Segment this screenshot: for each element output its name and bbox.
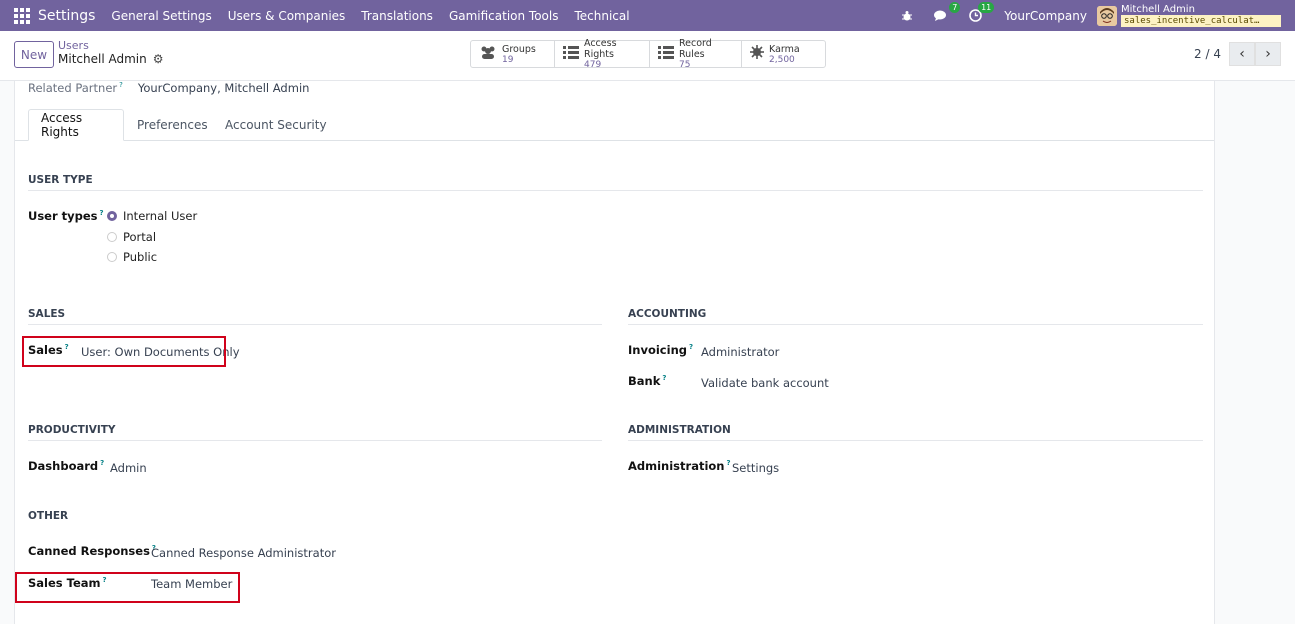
highlight-box — [22, 336, 226, 367]
help-tooltip-icon[interactable]: ? — [689, 343, 693, 351]
tab-access-rights[interactable]: Access Rights — [28, 109, 124, 141]
user-avatar[interactable] — [1097, 5, 1117, 26]
breadcrumb-users-link[interactable]: Users — [58, 39, 163, 52]
menu-general-settings[interactable]: General Settings — [111, 9, 211, 23]
help-tooltip-icon[interactable]: ? — [100, 459, 104, 467]
karma-label: Karma — [769, 43, 800, 55]
user-types-label: User types — [28, 209, 98, 223]
record-rules-button[interactable]: Record Rules 75 — [650, 38, 742, 70]
chevron-right-icon: › — [1265, 46, 1271, 62]
list-icon — [658, 45, 674, 63]
related-partner-label: Related Partner — [28, 81, 118, 95]
tab-preferences[interactable]: Preferences — [125, 109, 220, 141]
related-partner-row: Related Partner? YourCompany, Mitchell A… — [28, 81, 309, 95]
help-tooltip-icon[interactable]: ? — [727, 459, 731, 467]
company-switcher[interactable]: YourCompany — [1004, 9, 1087, 23]
control-panel: New Users Mitchell Admin ⚙ Groups 19 Acc… — [0, 31, 1295, 81]
breadcrumb: Users Mitchell Admin ⚙ — [58, 39, 163, 67]
pager-value[interactable]: 2 / 4 — [1194, 47, 1221, 61]
pager-previous-button[interactable]: ‹ — [1229, 42, 1255, 66]
database-name: sales_incentive_calculat… — [1121, 15, 1281, 27]
section-administration: ADMINISTRATION — [628, 424, 1203, 441]
radio-public-label: Public — [123, 250, 158, 264]
karma-icon — [750, 45, 764, 63]
related-partner-value[interactable]: YourCompany, Mitchell Admin — [138, 81, 310, 95]
menu-technical[interactable]: Technical — [574, 9, 629, 23]
section-user-type: USER TYPE — [28, 174, 1203, 191]
form-sheet: Related Partner? YourCompany, Mitchell A… — [14, 81, 1215, 624]
groups-icon — [479, 45, 497, 63]
section-accounting: ACCOUNTING — [628, 308, 1203, 325]
invoicing-rights-select[interactable]: Administrator — [701, 345, 779, 359]
radio-portal-label: Portal — [123, 230, 157, 244]
section-productivity: PRODUCTIVITY — [28, 424, 602, 441]
karma-button[interactable]: Karma 2,500 — [742, 41, 825, 67]
activities-badge: 11 — [978, 1, 995, 13]
invoicing-label: Invoicing — [628, 343, 687, 357]
breadcrumb-current: Mitchell Admin — [58, 52, 147, 66]
top-navbar: Settings General Settings Users & Compan… — [0, 0, 1295, 31]
menu-translations[interactable]: Translations — [361, 9, 433, 23]
radio-checked-icon — [107, 211, 117, 221]
menu-users-companies[interactable]: Users & Companies — [228, 9, 346, 23]
groups-count: 19 — [502, 54, 514, 65]
messages-icon[interactable]: 7 — [930, 1, 961, 26]
radio-unchecked-icon — [107, 232, 117, 242]
user-name: Mitchell Admin — [1121, 4, 1195, 15]
tab-account-security[interactable]: Account Security — [213, 109, 339, 141]
section-sales: SALES — [28, 308, 602, 325]
radio-public[interactable]: Public — [107, 250, 157, 264]
help-tooltip-icon[interactable]: ? — [662, 374, 666, 382]
access-rights-count: 479 — [584, 60, 602, 70]
radio-portal[interactable]: Portal — [107, 230, 156, 244]
administration-label: Administration — [628, 459, 725, 473]
radio-internal-user[interactable]: Internal User — [107, 209, 197, 223]
user-menu[interactable]: Mitchell Admin sales_incentive_calculat… — [1121, 4, 1281, 27]
administration-rights-select[interactable]: Settings — [732, 461, 779, 475]
list-icon — [563, 45, 579, 63]
record-rules-count: 75 — [679, 60, 691, 70]
access-rights-label: Access Rights — [584, 38, 617, 60]
help-tooltip-icon[interactable]: ? — [119, 81, 123, 89]
menu-gamification-tools[interactable]: Gamification Tools — [449, 9, 559, 23]
bank-label: Bank — [628, 374, 661, 388]
dashboard-label: Dashboard — [28, 459, 99, 473]
smart-buttons: Groups 19 Access Rights 479 Record Rules… — [470, 38, 826, 70]
radio-unchecked-icon — [107, 252, 117, 262]
form-area: Related Partner? YourCompany, Mitchell A… — [0, 81, 1295, 624]
chevron-left-icon: ‹ — [1239, 46, 1245, 62]
activities-clock-icon[interactable]: 11 — [964, 1, 995, 26]
form-tabs: Access Rights Preferences Account Securi… — [15, 109, 1214, 141]
app-name[interactable]: Settings — [38, 8, 95, 24]
gear-icon[interactable]: ⚙ — [153, 52, 164, 67]
apps-menu-icon[interactable] — [14, 7, 30, 24]
groups-label: Groups — [502, 43, 536, 55]
messages-badge: 7 — [949, 1, 961, 13]
help-tooltip-icon[interactable]: ? — [100, 209, 104, 217]
canned-responses-label: Canned Responses — [28, 544, 150, 558]
pager-next-button[interactable]: › — [1255, 42, 1281, 66]
highlight-box — [15, 572, 240, 603]
access-rights-button[interactable]: Access Rights 479 — [555, 38, 650, 70]
record-rules-label: Record Rules — [679, 38, 712, 60]
debug-bug-icon[interactable] — [896, 6, 918, 26]
radio-internal-user-label: Internal User — [123, 209, 198, 223]
groups-button[interactable]: Groups 19 — [471, 41, 555, 67]
section-other: OTHER — [28, 510, 69, 522]
pager: 2 / 4 ‹ › — [1194, 42, 1281, 66]
bank-rights-checkbox[interactable]: Validate bank account — [701, 376, 829, 390]
canned-responses-rights-select[interactable]: Canned Response Administrator — [151, 546, 336, 560]
new-button[interactable]: New — [14, 41, 54, 68]
karma-value: 2,500 — [769, 54, 795, 65]
dashboard-rights-select[interactable]: Admin — [110, 461, 147, 475]
